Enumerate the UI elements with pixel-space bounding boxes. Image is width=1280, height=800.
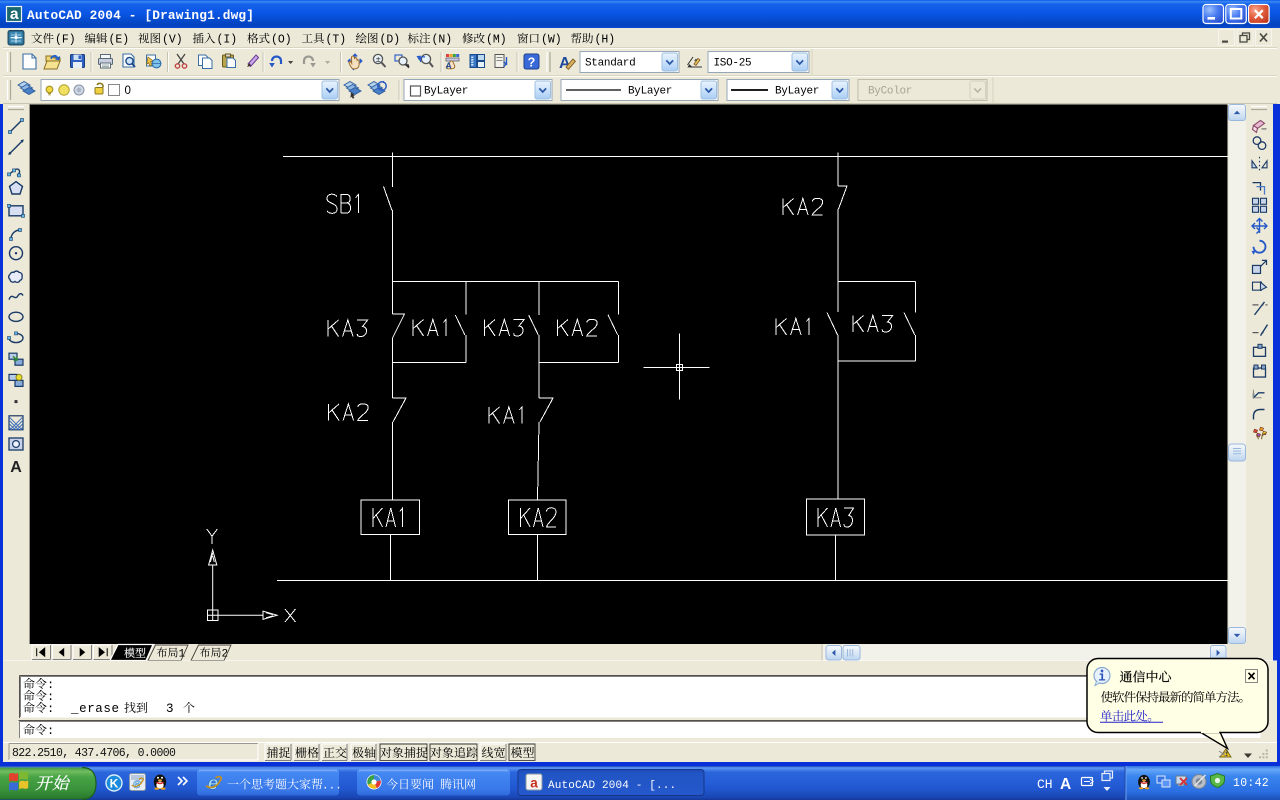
svg-text:_erase: _erase [70,702,120,716]
svg-text:Standard: Standard [585,58,635,70]
svg-text:(O): (O) [271,34,292,47]
svg-text:a: a [10,6,20,24]
svg-text:0: 0 [125,85,131,97]
svg-text:(T): (T) [326,34,347,47]
svg-text:(D): (D) [380,34,401,47]
svg-text:K: K [110,777,119,791]
svg-text:CH: CH [1037,777,1053,792]
svg-text:822.2510, 437.4706, 0.0000: 822.2510, 437.4706, 0.0000 [12,747,176,760]
svg-text:?: ? [528,56,536,70]
svg-text:±: ± [376,55,381,65]
svg-text::: : [47,724,54,738]
svg-text:(I): (I) [217,34,238,47]
svg-text:ByColor: ByColor [868,86,912,98]
svg-text:...: ... [322,781,342,793]
svg-text:ByLayer: ByLayer [628,86,672,98]
svg-text:i: i [1098,671,1106,685]
svg-text:a: a [530,776,538,791]
svg-text:(H): (H) [595,34,616,47]
svg-text:(E): (E) [109,34,130,47]
svg-text:1: 1 [179,649,186,661]
svg-text:(V): (V) [162,34,183,47]
svg-text:(F): (F) [55,34,76,47]
svg-text:3: 3 [166,702,174,716]
svg-text:A: A [1060,776,1071,793]
svg-text:(W): (W) [541,34,562,47]
svg-text:2: 2 [222,649,229,661]
svg-text:AutoCAD 2004 - [...: AutoCAD 2004 - [... [548,780,676,792]
svg-text:ByLayer: ByLayer [775,86,819,98]
svg-text:A: A [10,459,22,476]
svg-text:10:42: 10:42 [1233,777,1269,790]
svg-text:ByLayer: ByLayer [424,86,468,98]
svg-text:AutoCAD 2004 - [Drawing1.dwg]: AutoCAD 2004 - [Drawing1.dwg] [27,8,254,23]
svg-text::: : [47,702,54,716]
svg-text:(M): (M) [486,34,507,47]
svg-text:A: A [446,62,452,72]
svg-text:!: ! [1224,749,1229,759]
svg-text:(N): (N) [432,34,453,47]
svg-text:ISO-25: ISO-25 [714,58,752,70]
